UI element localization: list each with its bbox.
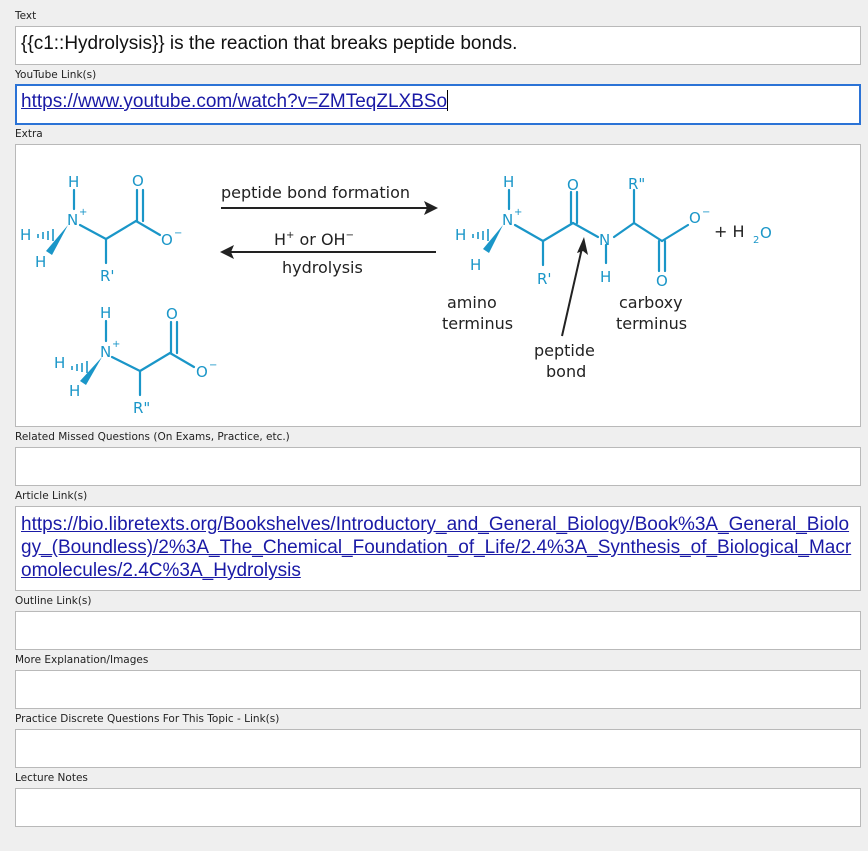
- svg-text:H: H: [600, 268, 611, 286]
- svg-text:O: O: [567, 176, 579, 194]
- svg-text:N: N: [67, 211, 78, 229]
- hydrolysis-label: hydrolysis: [282, 258, 363, 277]
- related-questions-field[interactable]: [15, 447, 861, 486]
- carboxy-terminus-label-2: terminus: [616, 314, 687, 333]
- field-label-related: Related Missed Questions (On Exams, Prac…: [15, 431, 290, 443]
- svg-text:H: H: [455, 226, 466, 244]
- text-field[interactable]: {{c1::Hydrolysis}} is the reaction that …: [15, 26, 861, 65]
- youtube-link-field[interactable]: https://www.youtube.com/watch?v=ZMTeqZLX…: [15, 84, 861, 125]
- forward-reaction-label: peptide bond formation: [221, 183, 410, 202]
- svg-text:−: −: [174, 228, 182, 239]
- water-label: + H: [714, 222, 745, 241]
- practice-questions-field[interactable]: [15, 729, 861, 768]
- more-explanation-field[interactable]: [15, 670, 861, 709]
- svg-text:O: O: [760, 224, 772, 242]
- field-label-outline: Outline Link(s): [15, 595, 92, 607]
- svg-text:O: O: [166, 305, 178, 323]
- peptide-bond-label-1: peptide: [534, 341, 595, 360]
- svg-text:H: H: [470, 256, 481, 274]
- text-caret: [447, 90, 449, 111]
- svg-text:H: H: [35, 253, 46, 271]
- extra-field[interactable]: H N + H H O O − R' H N + H H O O − R" H …: [15, 144, 861, 427]
- amino-terminus-label-1: amino: [447, 293, 497, 312]
- svg-text:+: +: [79, 207, 87, 218]
- field-label-article: Article Link(s): [15, 490, 88, 502]
- text-field-value[interactable]: {{c1::Hydrolysis}} is the reaction that …: [21, 32, 854, 55]
- svg-text:O: O: [689, 209, 701, 227]
- svg-text:−: −: [209, 360, 217, 371]
- field-label-more: More Explanation/Images: [15, 654, 149, 666]
- article-link[interactable]: https://bio.libretexts.org/Bookshelves/I…: [21, 514, 851, 581]
- amino-terminus-label-2: terminus: [442, 314, 513, 333]
- svg-text:H: H: [100, 304, 111, 322]
- article-link-field[interactable]: https://bio.libretexts.org/Bookshelves/I…: [15, 506, 861, 591]
- field-label-text: Text: [15, 10, 37, 22]
- svg-text:N: N: [599, 231, 610, 249]
- field-label-youtube: YouTube Link(s): [15, 69, 97, 81]
- peptide-bond-label-2: bond: [546, 362, 586, 381]
- svg-text:O: O: [196, 363, 208, 381]
- field-label-practice: Practice Discrete Questions For This Top…: [15, 713, 280, 725]
- field-label-extra: Extra: [15, 128, 43, 140]
- svg-text:H: H: [20, 226, 31, 244]
- svg-text:−: −: [702, 207, 710, 218]
- svg-text:N: N: [100, 343, 111, 361]
- svg-text:+: +: [514, 207, 522, 218]
- svg-text:H: H: [68, 173, 79, 191]
- svg-text:R': R': [100, 267, 115, 285]
- svg-text:H: H: [503, 173, 514, 191]
- svg-text:O: O: [132, 172, 144, 190]
- outline-link-field[interactable]: [15, 611, 861, 650]
- svg-text:+: +: [112, 339, 120, 350]
- lecture-notes-field[interactable]: [15, 788, 861, 827]
- youtube-link-value[interactable]: https://www.youtube.com/watch?v=ZMTeqZLX…: [21, 90, 853, 113]
- field-label-lecture: Lecture Notes: [15, 772, 88, 784]
- svg-text:R': R': [537, 270, 552, 288]
- svg-text:O: O: [161, 231, 173, 249]
- peptide-hydrolysis-diagram: H N + H H O O − R' H N + H H O O − R" H …: [20, 172, 772, 417]
- youtube-link[interactable]: https://www.youtube.com/watch?v=ZMTeqZLX…: [21, 91, 447, 112]
- svg-text:H: H: [54, 354, 65, 372]
- svg-text:2: 2: [753, 235, 759, 246]
- svg-text:O: O: [656, 272, 668, 290]
- svg-text:H: H: [69, 382, 80, 400]
- catalyst-label: H+ or OH−: [274, 230, 354, 249]
- svg-text:R": R": [628, 175, 645, 193]
- svg-text:R": R": [133, 399, 150, 417]
- svg-text:N: N: [502, 211, 513, 229]
- carboxy-terminus-label-1: carboxy: [619, 293, 683, 312]
